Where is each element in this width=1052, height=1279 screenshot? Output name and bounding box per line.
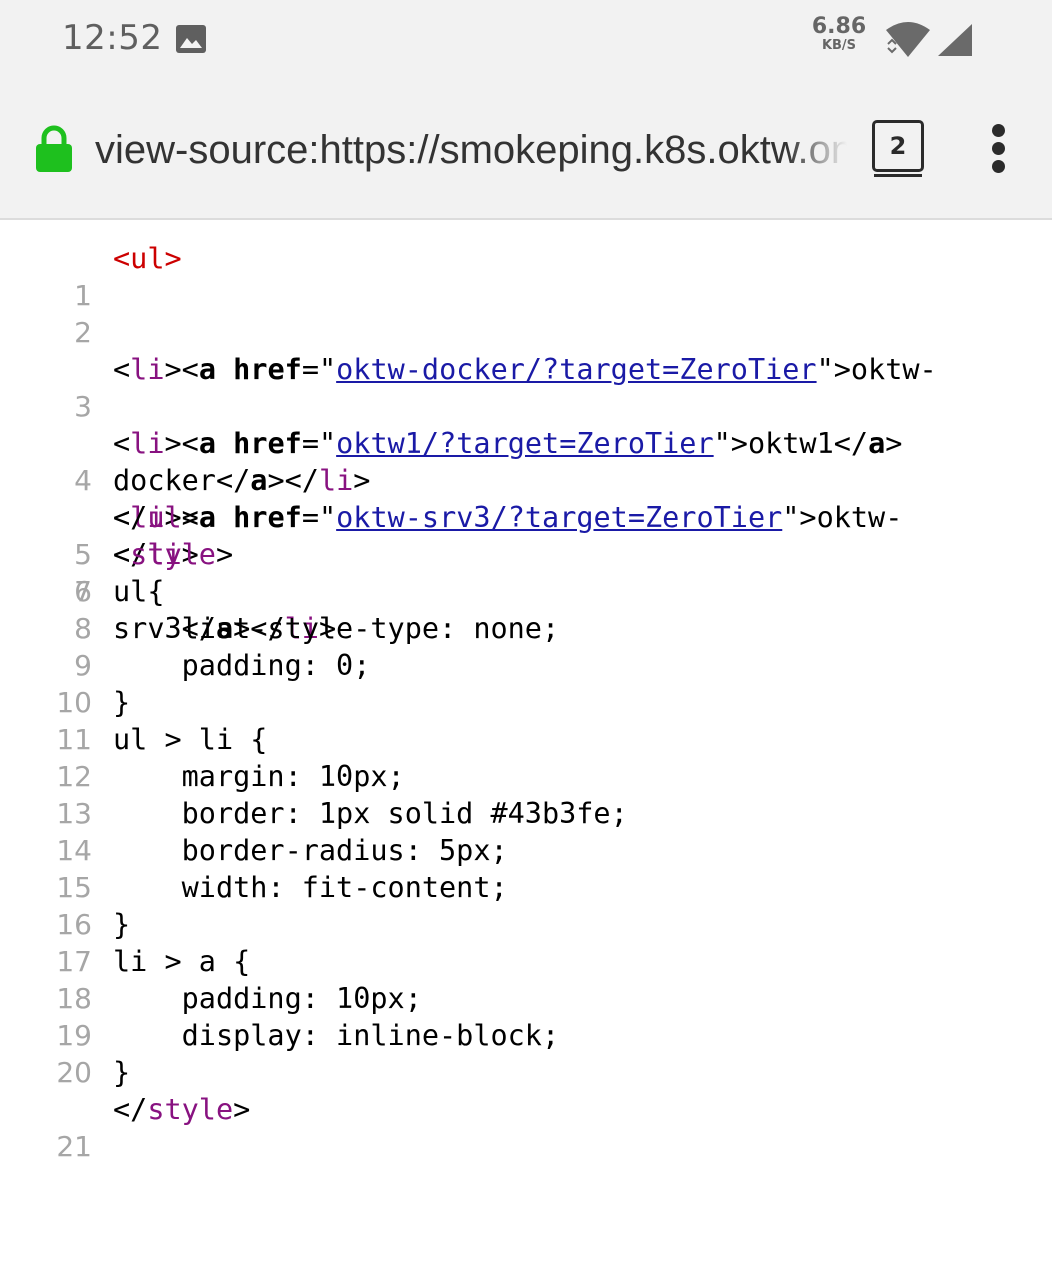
source-line: 9 padding: 0; xyxy=(0,647,1052,684)
source-line: 5 </ul> xyxy=(0,499,1052,571)
signal-icon xyxy=(938,24,972,56)
line-number: 19 xyxy=(56,1019,92,1052)
tab-stack-line xyxy=(874,174,922,177)
status-time: 12:52 xyxy=(62,18,163,58)
tag-name: ul xyxy=(147,501,182,534)
tab-switcher-button[interactable]: 2 xyxy=(872,120,924,178)
line-number: 13 xyxy=(56,797,92,830)
url-fade xyxy=(787,124,847,176)
source-line: 12 margin: 10px; xyxy=(0,758,1052,795)
speed-unit: KB/S xyxy=(821,38,857,53)
source-view: 1 <ul> 2 <li><a href="oktw-docker/?targe… xyxy=(0,240,1052,1163)
line-number: 16 xyxy=(56,908,92,941)
source-line: 13 border: 1px solid #43b3fe; xyxy=(0,795,1052,832)
menu-icon[interactable] xyxy=(984,124,1014,174)
line-number: 2 xyxy=(74,316,92,349)
browser-toolbar: view-source:https://smokeping.k8s.oktw.o… xyxy=(0,80,1052,220)
line-number: 7 xyxy=(74,575,92,608)
source-line: 7 ul{ xyxy=(0,573,1052,610)
status-bar: 12:52 6.86 KB/S xyxy=(0,0,1052,80)
line-number: 12 xyxy=(56,760,92,793)
source-line: 8 list-style-type: none; xyxy=(0,610,1052,647)
line-number: 15 xyxy=(56,871,92,904)
line-number: 9 xyxy=(74,649,92,682)
tag-name: style xyxy=(130,538,216,571)
css-text: } xyxy=(113,908,131,941)
source-line: 1 <ul> xyxy=(0,240,1052,312)
line-number: 20 xyxy=(56,1056,92,1089)
css-text: display: inline-block; xyxy=(113,1019,560,1052)
css-text: margin: 10px; xyxy=(113,760,405,793)
css-text: width: fit-content; xyxy=(113,871,508,904)
css-text: border-radius: 5px; xyxy=(113,834,508,867)
source-line: 10} xyxy=(0,684,1052,721)
css-text: padding: 0; xyxy=(113,649,371,682)
image-icon xyxy=(176,25,206,53)
source-line: 15 width: fit-content; xyxy=(0,869,1052,906)
css-text: border: 1px solid #43b3fe; xyxy=(113,797,628,830)
wifi-icon xyxy=(886,22,930,57)
source-line: 19 display: inline-block; xyxy=(0,1017,1052,1054)
css-text: ul{ xyxy=(113,575,165,608)
line-number: 4 xyxy=(74,464,92,497)
line-number: 3 xyxy=(74,390,92,423)
line-number: 10 xyxy=(56,686,92,719)
source-line: 20} xyxy=(0,1054,1052,1091)
code-text: <ul> xyxy=(113,242,182,275)
css-text: } xyxy=(113,686,131,719)
url-text[interactable]: view-source:https://smokeping.k8s.oktw.o… xyxy=(95,128,847,172)
line-number: 11 xyxy=(56,723,92,756)
url-bar[interactable]: view-source:https://smokeping.k8s.oktw.o… xyxy=(95,124,847,176)
line-number: 8 xyxy=(74,612,92,645)
line-number: 17 xyxy=(56,945,92,978)
source-line: 14 border-radius: 5px; xyxy=(0,832,1052,869)
css-text: list-style-type: none; xyxy=(113,612,560,645)
css-text: ul > li { xyxy=(113,723,268,756)
css-text: padding: 10px; xyxy=(113,982,422,1015)
network-speed: 6.86 KB/S xyxy=(808,15,870,53)
line-number: 21 xyxy=(56,1130,92,1163)
tag-name: style xyxy=(147,1093,234,1126)
source-line: 6 <style> xyxy=(0,536,1052,608)
lock-icon[interactable] xyxy=(34,125,74,173)
source-line: 18 padding: 10px; xyxy=(0,980,1052,1017)
tab-count: 2 xyxy=(872,120,924,172)
source-line: 16} xyxy=(0,906,1052,943)
css-text: } xyxy=(113,1056,131,1089)
line-number: 18 xyxy=(56,982,92,1015)
source-line: 3 <li><a href="oktw1/?target=ZeroTier">o… xyxy=(0,351,1052,571)
line-number: 14 xyxy=(56,834,92,867)
speed-value: 6.86 xyxy=(811,14,867,39)
source-line: 4 <li><a href="oktw-srv3/?target=ZeroTie… xyxy=(0,425,1052,645)
source-line: 21 </style> xyxy=(0,1091,1052,1163)
source-line: 2 <li><a href="oktw-docker/?target=ZeroT… xyxy=(0,277,1052,497)
css-text: li > a { xyxy=(113,945,251,978)
source-line: 11 ul > li { xyxy=(0,721,1052,758)
source-line: 17 li > a { xyxy=(0,943,1052,980)
